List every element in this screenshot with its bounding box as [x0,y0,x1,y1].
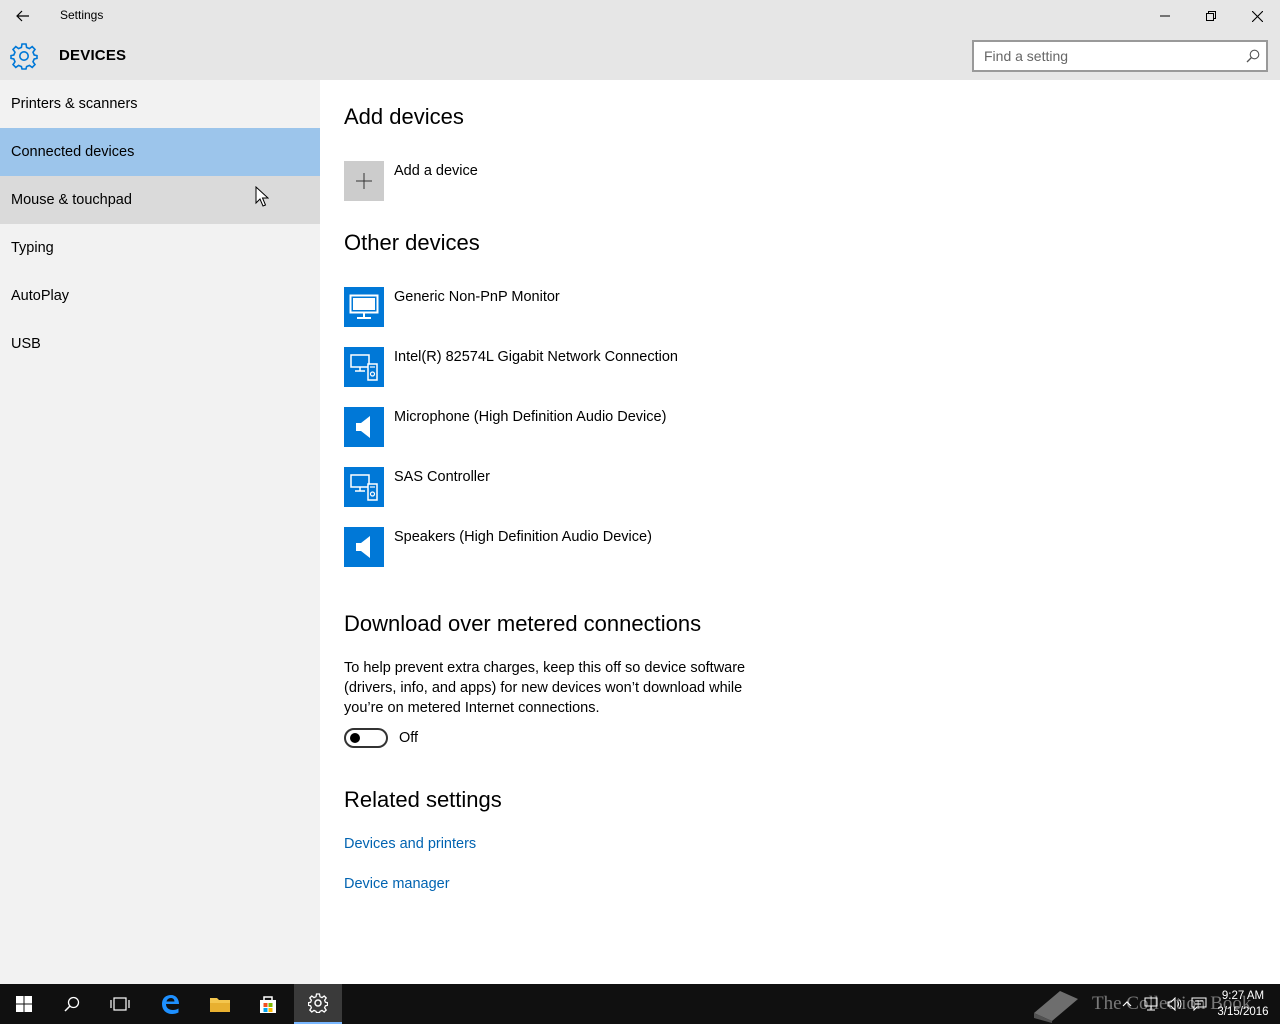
device-tile-network[interactable] [344,347,384,387]
start-button[interactable] [0,984,48,1024]
task-view-icon [110,997,130,1011]
device-manager-link[interactable]: Device manager [344,876,450,892]
task-view-button[interactable] [96,984,144,1024]
other-devices-heading: Other devices [344,230,480,255]
network-tray-button[interactable] [1140,984,1162,1024]
sidebar-item-mouse-touchpad[interactable]: Mouse & touchpad [0,176,320,224]
close-button[interactable] [1234,0,1280,32]
notification-icon [1191,997,1207,1011]
gear-icon [10,43,38,70]
metered-toggle[interactable] [344,728,388,748]
window-title: Settings [60,8,104,22]
settings-taskbar-button[interactable] [294,984,342,1024]
book-logo-icon [1034,991,1078,1023]
search-box[interactable] [972,40,1268,72]
sidebar: Printers & scanners Connected devices Mo… [0,80,320,984]
device-name[interactable]: Speakers (High Definition Audio Device) [394,529,652,545]
speaker-icon [356,536,370,558]
sidebar-item-usb[interactable]: USB [0,320,320,368]
add-device-label[interactable]: Add a device [394,163,478,179]
title-bar: Settings [0,0,1280,32]
volume-icon [1167,997,1182,1011]
clock-date: 3/15/2016 [1217,1006,1269,1018]
add-devices-heading: Add devices [344,104,464,129]
page-title: DEVICES [59,47,127,64]
related-settings-heading: Related settings [344,787,502,812]
device-name[interactable]: Microphone (High Definition Audio Device… [394,409,666,425]
devices-and-printers-link[interactable]: Devices and printers [344,836,476,852]
device-tile-sas-controller[interactable] [344,467,384,507]
chevron-up-icon [1122,1001,1132,1007]
restore-icon [1206,11,1216,21]
device-name[interactable]: Intel(R) 82574L Gigabit Network Connecti… [394,349,678,365]
add-device-button[interactable] [344,161,384,201]
sidebar-item-printers-scanners[interactable]: Printers & scanners [0,80,320,128]
store-icon [260,996,276,1013]
plus-icon [356,173,372,189]
taskbar-clock[interactable]: 9:27 AM 3/15/2016 [1210,988,1276,1020]
metered-description: To help prevent extra charges, keep this… [344,660,746,716]
device-tile-monitor[interactable] [344,287,384,327]
main-content: Add devices Add a device Other devices G… [320,80,1280,984]
edge-icon [162,995,179,1014]
search-input[interactable] [974,42,1234,70]
taskbar-search-button[interactable] [48,984,96,1024]
device-name[interactable]: Generic Non-PnP Monitor [394,289,560,305]
metered-heading: Download over metered connections [344,611,702,636]
speaker-icon [356,416,370,438]
network-icon [1144,997,1158,1011]
search-icon[interactable] [1246,49,1260,63]
device-name[interactable]: SAS Controller [394,469,490,485]
edge-button[interactable] [146,984,194,1024]
store-button[interactable] [244,984,292,1024]
volume-tray-button[interactable] [1164,984,1186,1024]
windows-logo-icon [16,996,32,1012]
gear-icon [308,993,328,1013]
close-icon [1251,10,1263,22]
back-arrow-icon [16,10,29,22]
file-explorer-button[interactable] [196,984,244,1024]
clock-time: 9:27 AM [1221,990,1265,1002]
sidebar-item-autoplay[interactable]: AutoPlay [0,272,320,320]
search-icon [64,996,80,1012]
sidebar-item-connected-devices[interactable]: Connected devices [0,128,320,176]
mouse-cursor-icon [255,186,269,207]
taskbar: The Collection Book 9:27 AM 3/15/2016 [0,984,1280,1024]
back-button[interactable] [0,0,46,32]
show-hidden-icons-button[interactable] [1118,984,1136,1024]
restore-button[interactable] [1188,0,1234,32]
folder-icon [210,998,230,1012]
device-generic-icon [350,354,378,381]
device-tile-speakers[interactable] [344,527,384,567]
minimize-button[interactable] [1142,0,1188,32]
sidebar-item-typing[interactable]: Typing [0,224,320,272]
monitor-icon [349,294,379,319]
action-center-button[interactable] [1188,984,1210,1024]
device-generic-icon [350,474,378,501]
device-tile-microphone[interactable] [344,407,384,447]
settings-header: DEVICES [0,32,1280,80]
toggle-knob [350,733,360,743]
toggle-state-label: Off [399,730,419,746]
minimize-icon [1160,15,1170,17]
